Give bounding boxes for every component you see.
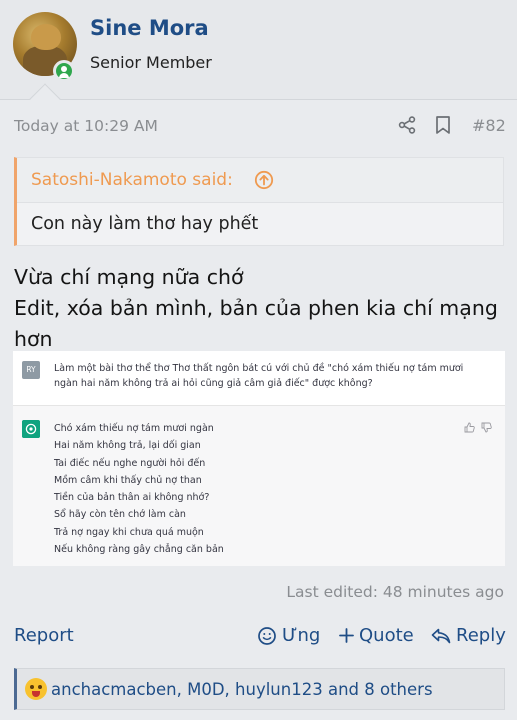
poem-line: Tai điếc nếu nghe người hỏi đến xyxy=(54,457,206,469)
poem-line: Hai năm không trả, lại dối gian xyxy=(54,440,201,452)
last-edited-text: Last edited: 48 minutes ago xyxy=(286,583,504,601)
quote-author-link[interactable]: Satoshi-Nakamoto said: xyxy=(31,170,233,190)
plus-icon xyxy=(339,628,354,643)
quote-block: Satoshi-Nakamoto said: Con này làm thơ h… xyxy=(14,157,504,246)
avatar-bear-face xyxy=(31,24,61,50)
chatgpt-screenshot[interactable]: RY Làm một bài thơ thể thơ Thơ thất ngôn… xyxy=(13,351,505,566)
poem-line: Tiền của bản thân ai không nhớ? xyxy=(54,492,210,504)
reaction-users-link[interactable]: anchacmacben, M0D, huylun123 and 8 other… xyxy=(51,680,433,699)
poem-line: Nếu không ràng gây chẳng căn bản xyxy=(54,544,224,556)
thumb-down-icon xyxy=(481,422,492,433)
poem-line: Sổ hãy còn tên chớ làm càn xyxy=(54,509,186,521)
chat-divider xyxy=(13,405,505,406)
bookmark-icon[interactable] xyxy=(435,116,451,134)
user-title: Senior Member xyxy=(90,53,212,72)
post-number-link[interactable]: #82 xyxy=(472,116,506,135)
smile-icon xyxy=(258,626,276,645)
reply-button[interactable]: Reply xyxy=(431,625,506,646)
react-button[interactable]: Ưng xyxy=(257,625,320,646)
arrow-up-circle-icon[interactable] xyxy=(254,170,274,190)
report-label: Report xyxy=(14,625,74,646)
chat-question: Làm một bài thơ thể thơ Thơ thất ngôn bá… xyxy=(54,363,464,389)
username[interactable]: Sine Mora xyxy=(90,16,209,40)
post-body-line: Vừa chí mạng nữa chớ xyxy=(14,265,244,289)
poem-line: Trả nợ ngay khi chưa quá muộn xyxy=(54,526,204,538)
post-user-header xyxy=(0,0,517,100)
post-body-line: Edit, xóa bản mình, bản của phen kia chí… xyxy=(14,296,498,351)
reply-arrow-icon xyxy=(431,628,451,643)
quote-label: Quote xyxy=(359,625,414,646)
user-initials-badge: RY xyxy=(22,361,40,379)
reply-label: Reply xyxy=(456,625,506,646)
react-label: Ưng xyxy=(282,625,321,646)
chatgpt-logo-icon xyxy=(22,420,40,438)
reactions-bar[interactable]: anchacmacben, M0D, huylun123 and 8 other… xyxy=(14,668,505,710)
thumb-up-icon xyxy=(464,422,475,433)
poem-line: Chó xám thiếu nợ tám mươi ngàn xyxy=(54,423,214,434)
quote-button[interactable]: Quote xyxy=(339,625,414,646)
share-icon[interactable] xyxy=(398,116,416,134)
chat-answer-poem: Chó xám thiếu nợ tám mươi ngàn Hai năm k… xyxy=(54,420,224,558)
post-timestamp[interactable]: Today at 10:29 AM xyxy=(14,117,158,135)
poem-line: Mồm câm khi thấy chủ nợ than xyxy=(54,474,202,486)
header-divider xyxy=(0,99,517,100)
quote-text: Con này làm thơ hay phết xyxy=(31,214,259,234)
report-button[interactable]: Report xyxy=(14,625,74,646)
post-body: Vừa chí mạng nữa chớ Edit, xóa bản mình,… xyxy=(14,262,509,355)
laughing-emoji-icon xyxy=(25,678,47,700)
online-status-icon xyxy=(53,60,75,82)
